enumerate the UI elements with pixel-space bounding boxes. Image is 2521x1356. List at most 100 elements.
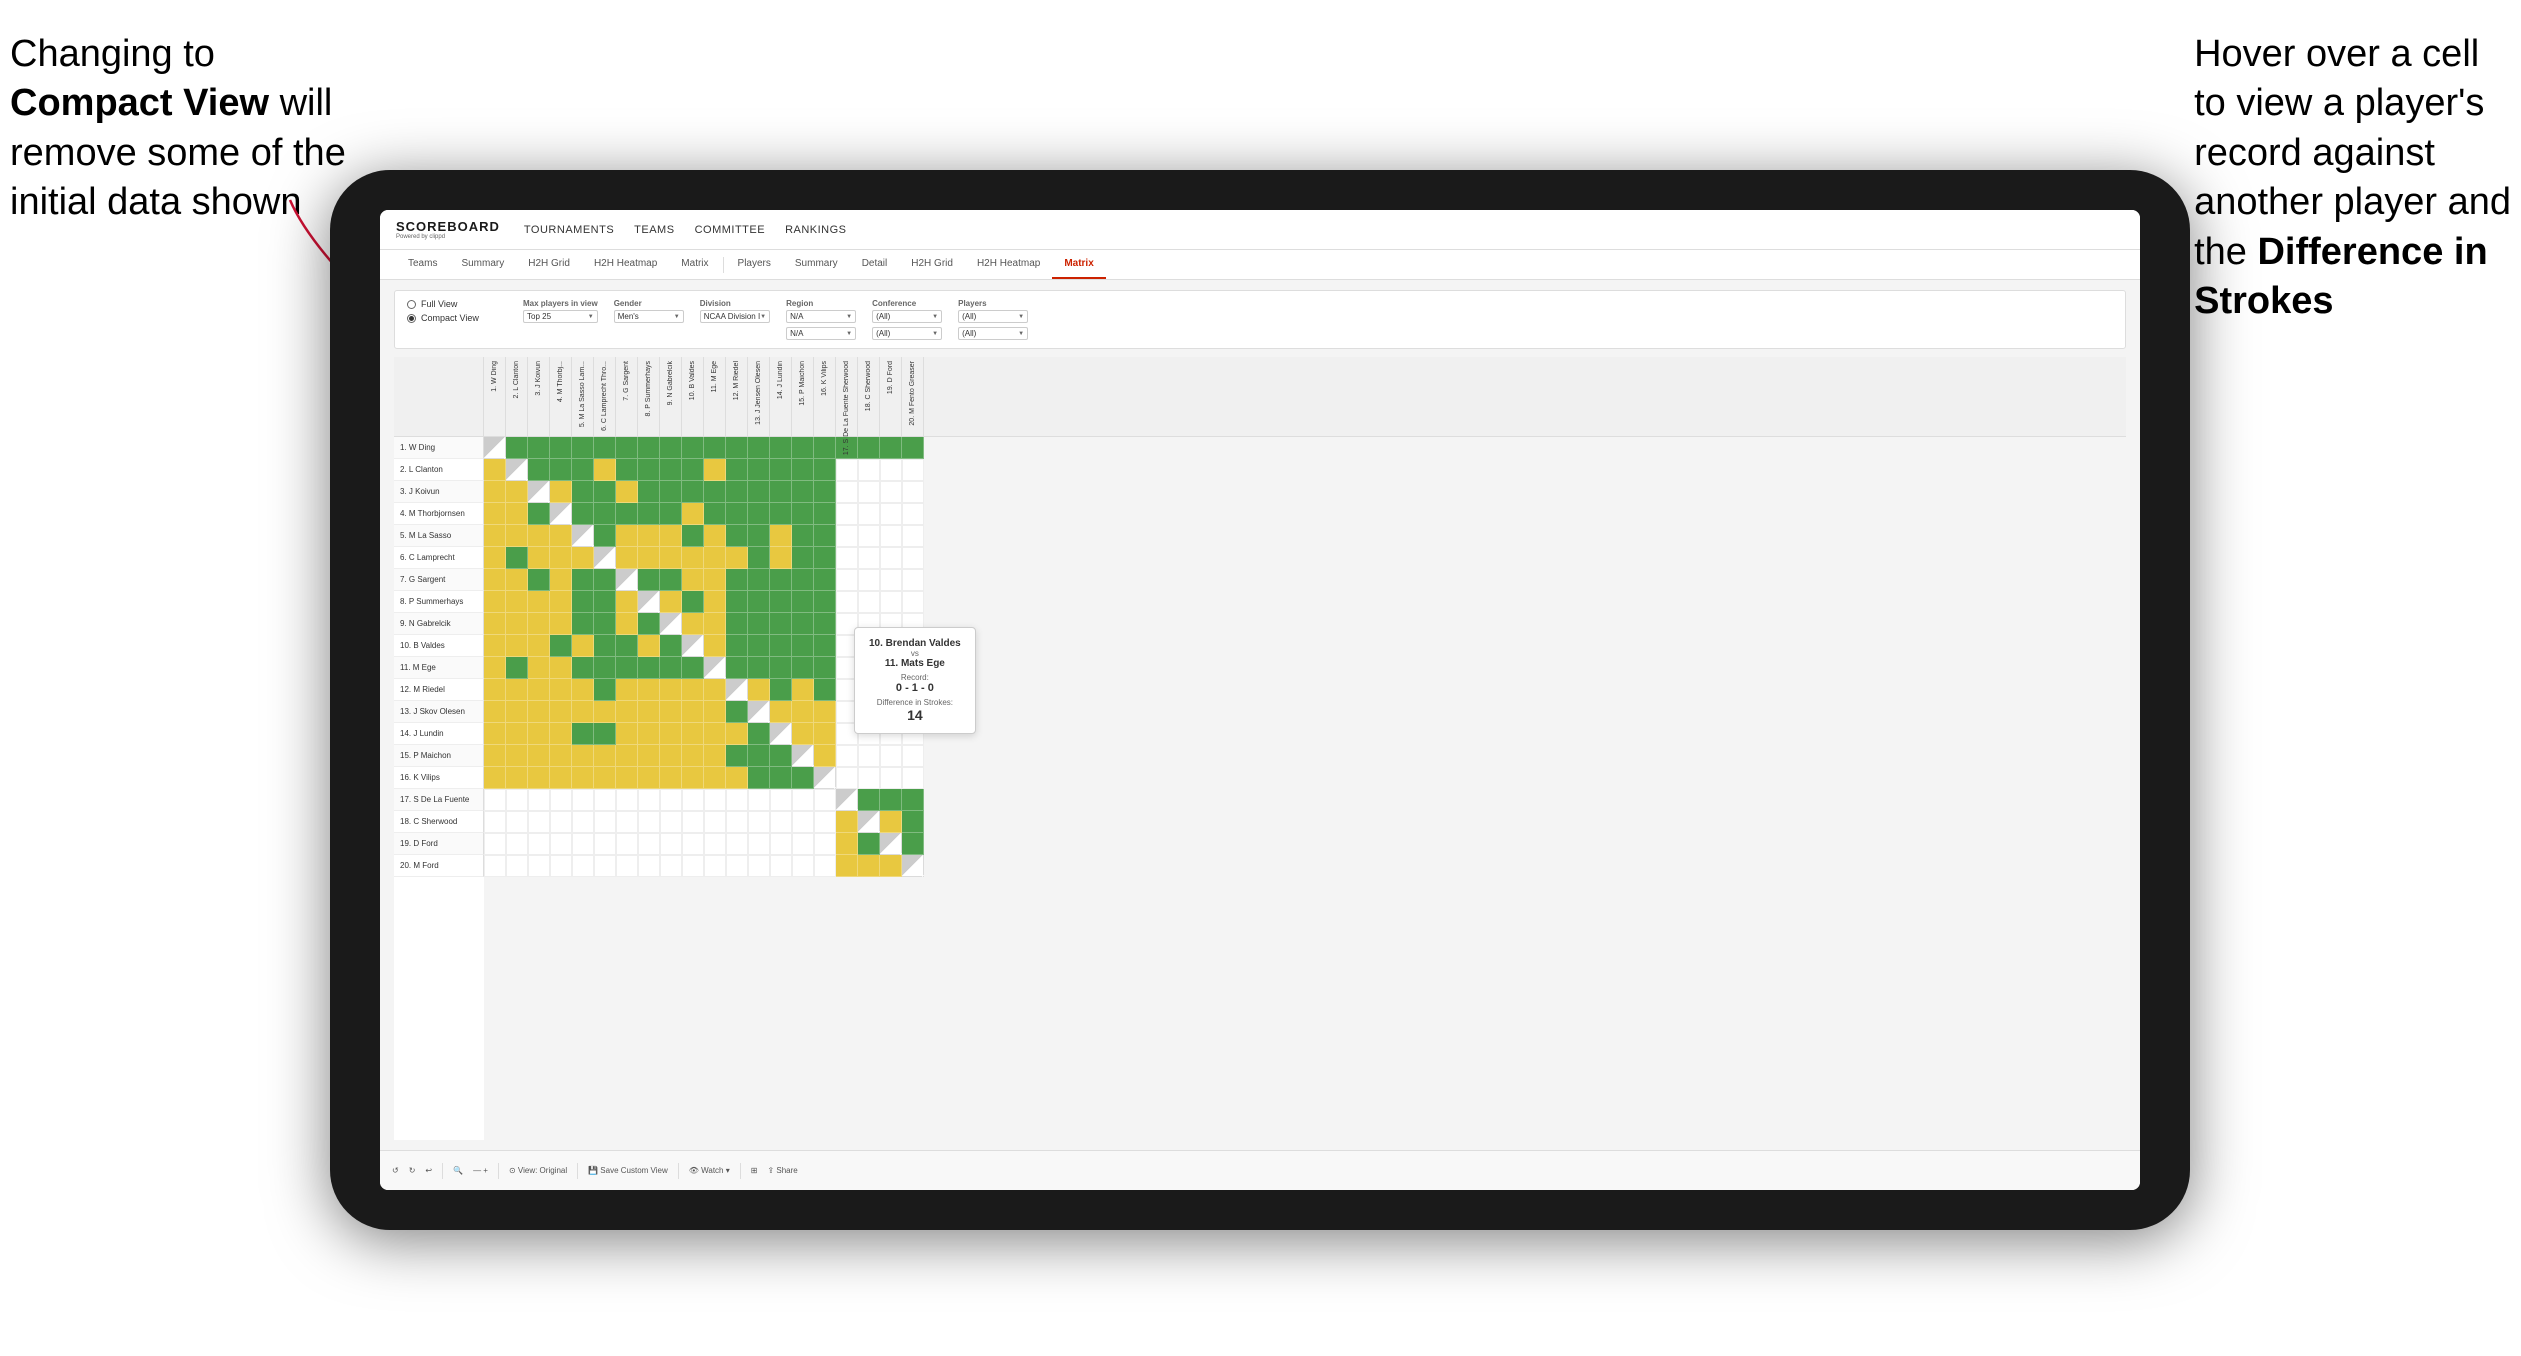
matrix-cell-7-10[interactable] xyxy=(704,591,726,613)
matrix-cell-13-14[interactable] xyxy=(792,723,814,745)
matrix-cell-14-1[interactable] xyxy=(506,745,528,767)
matrix-cell-6-1[interactable] xyxy=(506,569,528,591)
matrix-cell-7-3[interactable] xyxy=(550,591,572,613)
matrix-cell-13-3[interactable] xyxy=(550,723,572,745)
matrix-cell-4-19[interactable] xyxy=(902,525,924,547)
matrix-cell-9-1[interactable] xyxy=(506,635,528,657)
matrix-cell-10-5[interactable] xyxy=(594,657,616,679)
matrix-cell-2-14[interactable] xyxy=(792,481,814,503)
tab-detail[interactable]: Detail xyxy=(850,250,900,279)
matrix-cell-15-1[interactable] xyxy=(506,767,528,789)
matrix-cell-8-7[interactable] xyxy=(638,613,660,635)
matrix-cell-9-3[interactable] xyxy=(550,635,572,657)
matrix-cell-3-5[interactable] xyxy=(594,503,616,525)
matrix-cell-3-7[interactable] xyxy=(638,503,660,525)
matrix-cell-1-13[interactable] xyxy=(770,459,792,481)
matrix-cell-15-0[interactable] xyxy=(484,767,506,789)
matrix-cell-4-13[interactable] xyxy=(770,525,792,547)
matrix-cell-2-3[interactable] xyxy=(550,481,572,503)
matrix-cell-7-16[interactable] xyxy=(836,591,858,613)
matrix-cell-9-6[interactable] xyxy=(616,635,638,657)
matrix-cell-16-9[interactable] xyxy=(682,789,704,811)
matrix-cell-17-1[interactable] xyxy=(506,811,528,833)
nav-committee[interactable]: COMMITTEE xyxy=(695,224,766,236)
matrix-cell-16-14[interactable] xyxy=(792,789,814,811)
matrix-cell-13-6[interactable] xyxy=(616,723,638,745)
matrix-cell-8-12[interactable] xyxy=(748,613,770,635)
filter-conference-select2[interactable]: (All) ▼ xyxy=(872,327,942,340)
matrix-cell-12-12[interactable] xyxy=(748,701,770,723)
matrix-cell-5-18[interactable] xyxy=(880,547,902,569)
tab-matrix2[interactable]: Matrix xyxy=(1052,250,1105,279)
matrix-cell-11-9[interactable] xyxy=(682,679,704,701)
matrix-cell-17-10[interactable] xyxy=(704,811,726,833)
matrix-cell-13-12[interactable] xyxy=(748,723,770,745)
matrix-cell-7-19[interactable] xyxy=(902,591,924,613)
matrix-cell-0-10[interactable] xyxy=(704,437,726,459)
matrix-cell-15-15[interactable] xyxy=(814,767,836,789)
matrix-cell-15-11[interactable] xyxy=(726,767,748,789)
filter-players-select2[interactable]: (All) ▼ xyxy=(958,327,1028,340)
matrix-cell-19-7[interactable] xyxy=(638,855,660,877)
matrix-cell-10-9[interactable] xyxy=(682,657,704,679)
matrix-cell-2-17[interactable] xyxy=(858,481,880,503)
matrix-cell-0-14[interactable] xyxy=(792,437,814,459)
matrix-cell-8-5[interactable] xyxy=(594,613,616,635)
matrix-cell-5-15[interactable] xyxy=(814,547,836,569)
matrix-cell-17-4[interactable] xyxy=(572,811,594,833)
matrix-cell-1-2[interactable] xyxy=(528,459,550,481)
toolbar-grid-btn[interactable]: ⊞ xyxy=(751,1166,758,1175)
matrix-cell-11-13[interactable] xyxy=(770,679,792,701)
matrix-cell-16-13[interactable] xyxy=(770,789,792,811)
matrix-cell-17-13[interactable] xyxy=(770,811,792,833)
matrix-cell-1-1[interactable] xyxy=(506,459,528,481)
matrix-cell-15-14[interactable] xyxy=(792,767,814,789)
matrix-cell-4-2[interactable] xyxy=(528,525,550,547)
matrix-cell-5-2[interactable] xyxy=(528,547,550,569)
tab-players[interactable]: Players xyxy=(726,250,783,279)
matrix-cell-5-4[interactable] xyxy=(572,547,594,569)
matrix-cell-1-15[interactable] xyxy=(814,459,836,481)
matrix-cell-13-4[interactable] xyxy=(572,723,594,745)
matrix-cell-6-7[interactable] xyxy=(638,569,660,591)
matrix-cell-15-6[interactable] xyxy=(616,767,638,789)
toolbar-btn3[interactable]: ↩ xyxy=(425,1166,432,1175)
tab-h2h-heatmap2[interactable]: H2H Heatmap xyxy=(965,250,1052,279)
matrix-cell-5-16[interactable] xyxy=(836,547,858,569)
matrix-cell-1-11[interactable] xyxy=(726,459,748,481)
matrix-cell-6-5[interactable] xyxy=(594,569,616,591)
matrix-cell-0-11[interactable] xyxy=(726,437,748,459)
matrix-cell-8-0[interactable] xyxy=(484,613,506,635)
matrix-cell-10-6[interactable] xyxy=(616,657,638,679)
matrix-cell-16-11[interactable] xyxy=(726,789,748,811)
matrix-cell-12-15[interactable] xyxy=(814,701,836,723)
matrix-cell-0-7[interactable] xyxy=(638,437,660,459)
matrix-cell-7-1[interactable] xyxy=(506,591,528,613)
matrix-cell-15-2[interactable] xyxy=(528,767,550,789)
matrix-cell-2-16[interactable] xyxy=(836,481,858,503)
matrix-cell-8-3[interactable] xyxy=(550,613,572,635)
matrix-cell-4-16[interactable] xyxy=(836,525,858,547)
matrix-cell-11-4[interactable] xyxy=(572,679,594,701)
matrix-cell-10-12[interactable] xyxy=(748,657,770,679)
matrix-cell-17-11[interactable] xyxy=(726,811,748,833)
matrix-cell-17-5[interactable] xyxy=(594,811,616,833)
matrix-cell-14-10[interactable] xyxy=(704,745,726,767)
matrix-cell-6-3[interactable] xyxy=(550,569,572,591)
matrix-cell-2-15[interactable] xyxy=(814,481,836,503)
matrix-cell-9-5[interactable] xyxy=(594,635,616,657)
matrix-cell-4-8[interactable] xyxy=(660,525,682,547)
matrix-cell-3-15[interactable] xyxy=(814,503,836,525)
matrix-cell-2-6[interactable] xyxy=(616,481,638,503)
matrix-cell-18-3[interactable] xyxy=(550,833,572,855)
matrix-cell-0-5[interactable] xyxy=(594,437,616,459)
matrix-cell-5-3[interactable] xyxy=(550,547,572,569)
matrix-cell-7-8[interactable] xyxy=(660,591,682,613)
matrix-cell-16-7[interactable] xyxy=(638,789,660,811)
matrix-cell-6-12[interactable] xyxy=(748,569,770,591)
matrix-cell-6-15[interactable] xyxy=(814,569,836,591)
matrix-cell-18-14[interactable] xyxy=(792,833,814,855)
matrix-cell-15-4[interactable] xyxy=(572,767,594,789)
matrix-cell-15-18[interactable] xyxy=(880,767,902,789)
matrix-cell-0-1[interactable] xyxy=(506,437,528,459)
